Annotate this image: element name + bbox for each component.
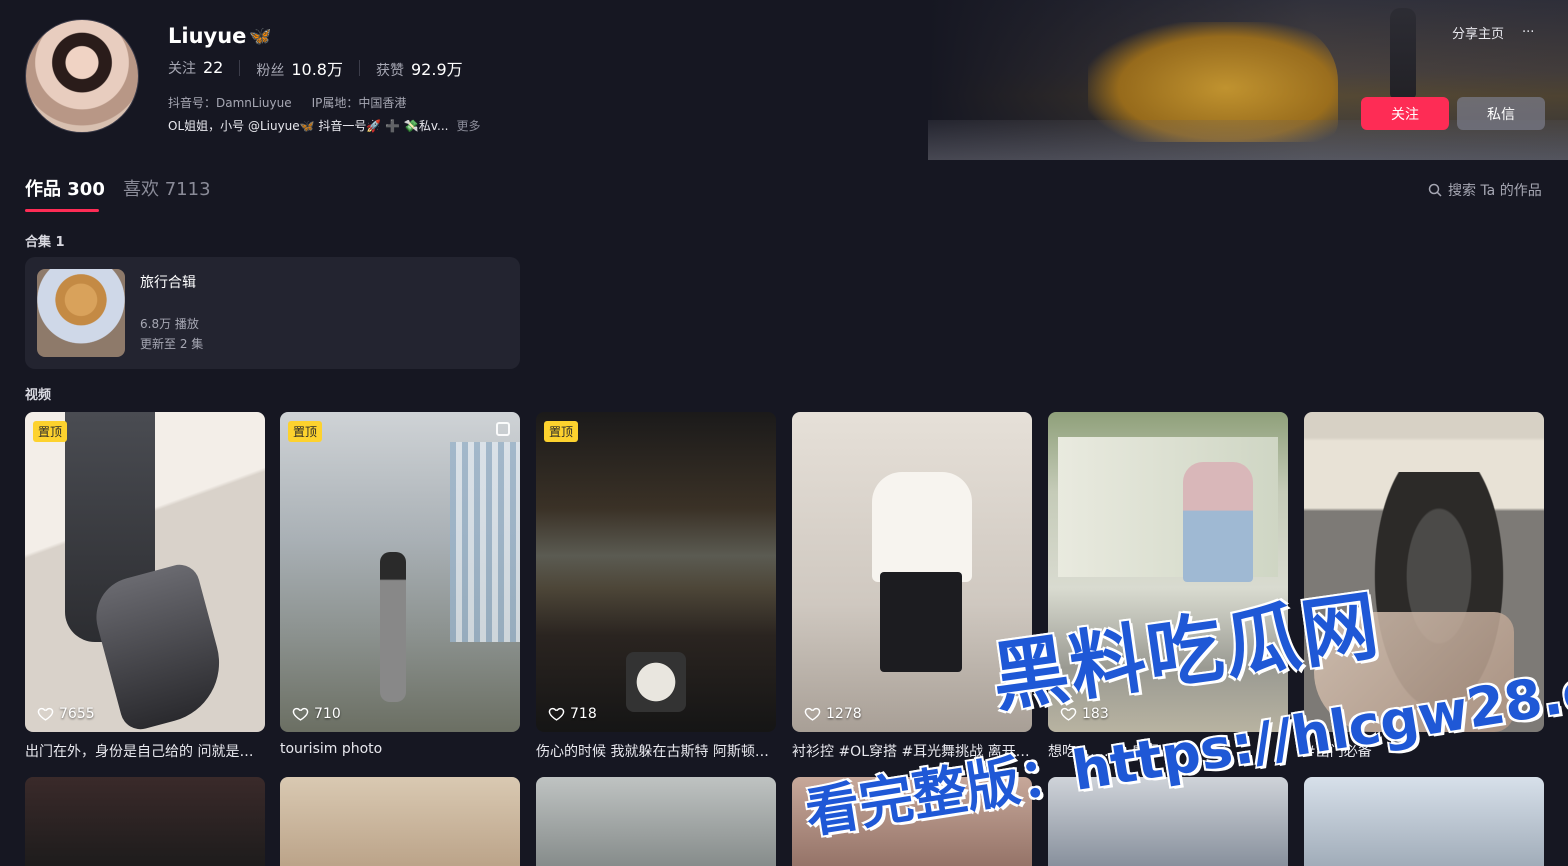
tab-likes[interactable]: 喜欢 7113 [123, 175, 211, 201]
video-likes: 710 [292, 705, 341, 722]
active-tab-indicator [25, 209, 99, 212]
pinned-badge: 置顶 [33, 421, 68, 442]
multi-image-icon [496, 422, 510, 436]
videos-label: 视频 [25, 388, 52, 403]
video-card[interactable]: 置顶 7655 [25, 412, 265, 732]
video-card[interactable] [536, 777, 776, 866]
search-icon [1428, 183, 1442, 197]
collection-thumbnail [37, 269, 125, 357]
avatar[interactable] [25, 19, 139, 133]
message-button[interactable]: 私信 [1457, 97, 1545, 130]
video-caption[interactable]: tourisim photo [280, 741, 520, 757]
fans-stat[interactable]: 粉丝 10.8万 [256, 56, 343, 80]
collections-label: 合集 1 [25, 235, 65, 250]
video-likes: 718 [548, 705, 597, 722]
share-profile-button[interactable]: 分享主页 [1452, 23, 1504, 42]
heart-icon [804, 707, 821, 721]
follow-button[interactable]: 关注 [1361, 97, 1449, 130]
collection-title: 旅行合辑 [140, 275, 196, 291]
video-caption[interactable]: 伤心的时候 我就躲在古斯特 阿斯顿… [536, 741, 776, 761]
profile-bio: OL姐姐，小号 @Liuyue🦋 抖音一号🚀 ➕ 💸私v... 更多 [168, 117, 481, 134]
douyin-id: 抖音号：DamnLiuyue [168, 96, 292, 110]
profile-stats: 关注 22 粉丝 10.8万 获赞 92.9万 [168, 56, 463, 80]
pinned-badge: 置顶 [288, 421, 323, 442]
profile-meta: 抖音号：DamnLiuyue IP属地：中国香港 [168, 94, 406, 111]
heart-icon [292, 707, 309, 721]
video-card[interactable] [280, 777, 520, 866]
profile-name: Liuyue 🦋 [168, 24, 272, 48]
video-likes: 7655 [37, 705, 95, 722]
video-card[interactable] [1304, 777, 1544, 866]
search-works-button[interactable]: 搜索 Ta 的作品 [1428, 180, 1542, 200]
collection-card[interactable]: 旅行合辑 6.8万 播放 更新至 2 集 [25, 257, 520, 369]
video-likes: 1278 [804, 705, 862, 722]
collection-updated: 更新至 2 集 [140, 337, 204, 351]
tab-works[interactable]: 作品 300 [25, 175, 105, 201]
divider [239, 60, 241, 76]
divider [359, 60, 360, 76]
heart-icon [548, 707, 565, 721]
profile-header: Liuyue 🦋 关注 22 粉丝 10.8万 获赞 92.9万 抖音号：Dam… [0, 0, 1568, 160]
video-card[interactable] [25, 777, 265, 866]
more-options-icon[interactable]: ··· [1522, 25, 1534, 40]
bio-more-link[interactable]: 更多 [456, 117, 480, 134]
following-stat[interactable]: 关注 22 [168, 58, 223, 78]
video-card[interactable]: 置顶 710 [280, 412, 520, 732]
video-caption[interactable]: 出门在外，身份是自己给的 问就是… [25, 741, 265, 761]
collection-plays: 6.8万 播放 [140, 317, 199, 331]
bio-text: OL姐姐，小号 @Liuyue🦋 抖音一号🚀 ➕ 💸私v... [168, 119, 449, 133]
butterfly-icon: 🦋 [249, 25, 272, 47]
pinned-badge: 置顶 [544, 421, 579, 442]
share-area: 分享主页 ··· [1452, 23, 1534, 42]
video-card[interactable]: 置顶 718 [536, 412, 776, 732]
ip-location: IP属地：中国香港 [311, 96, 407, 110]
heart-icon [37, 707, 54, 721]
likes-stat: 获赞 92.9万 [376, 60, 463, 79]
